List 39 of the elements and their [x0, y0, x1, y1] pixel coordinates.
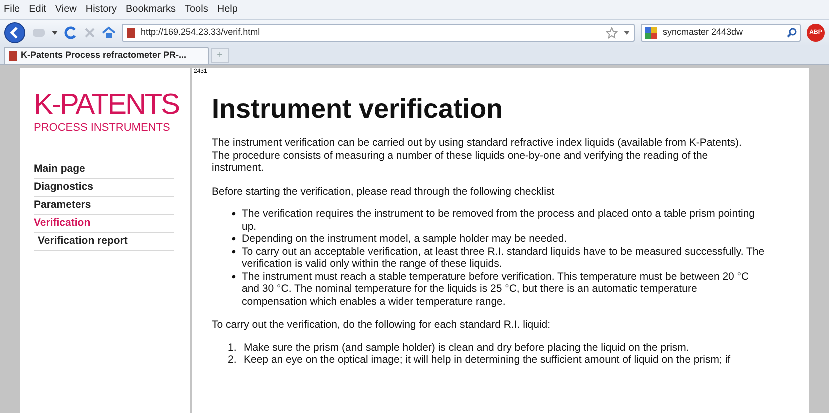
step-number: 1.: [228, 342, 238, 354]
sidebar-item[interactable]: Verification report: [34, 233, 174, 251]
sidebar-item[interactable]: Parameters: [34, 197, 174, 215]
sidebar-item[interactable]: Verification: [34, 215, 174, 233]
menu-item[interactable]: Help: [217, 2, 238, 17]
favicon-icon: [9, 51, 17, 61]
step-text: Make sure the prism (and sample holder) is clean and dry before placing the liquid on the prism.: [244, 342, 690, 354]
home-icon[interactable]: [102, 26, 116, 40]
step-text: Keep an eye on the optical image; it will help in determining the sufficient amount of liquid on the prism; if: [244, 354, 732, 366]
menu-item[interactable]: Tools: [185, 2, 208, 17]
steps-intro: To carry out the verification, do the following for each standard R.I. liquid:: [212, 319, 552, 332]
favicon-icon: [127, 28, 135, 38]
menu-item[interactable]: History: [86, 2, 117, 17]
checklist-item: Depending on the instrument model, a sample holder may be needed.: [242, 233, 568, 246]
sidebar-item[interactable]: Diagnostics: [34, 179, 174, 197]
star-icon[interactable]: [606, 27, 618, 39]
page-title: Instrument verification: [212, 93, 504, 125]
checklist-item: The verification requires the instrument to be removed from the process and placed onto a table prism pointing up.: [242, 208, 756, 233]
reload-icon[interactable]: [64, 26, 78, 40]
dropdown-icon[interactable]: [52, 30, 58, 36]
sidebar-item[interactable]: Main page: [34, 161, 174, 179]
menu-item[interactable]: File: [4, 2, 20, 17]
checklist-intro: Before starting the verification, please read through the following checklist: [212, 186, 556, 198]
back-icon[interactable]: [4, 22, 26, 44]
intro-paragraph: The instrument verification can be carried out by using standard refractive index liquids (available from K-Patents). The procedure consists of measuring a number of these liquids one-by-one and verifying the reading of the instrument.: [212, 137, 743, 174]
step-number: 2.: [228, 354, 238, 366]
dropdown-icon[interactable]: [624, 30, 630, 36]
checklist-item: The instrument must reach a stable temperature before verification. This temperature must be between 20 °C and 30 °C. The nominal temperature for the liquids is 25 °C, but there is an automatic temperature compensation which enables a wider temperature range.: [242, 270, 750, 308]
search-field[interactable]: syncmaster 2443dw: [641, 24, 801, 42]
checklist-item: To carry out an acceptable verification, at least three R.I. standard liquids have to be measured successfully. The verification is valid only within the range of these liquids.: [242, 246, 766, 270]
search-icon[interactable]: [787, 28, 797, 38]
logo-title: K-PATENTS: [34, 90, 179, 120]
menu-item[interactable]: Bookmarks: [126, 2, 176, 17]
browser-tab[interactable]: K-Patents Process refractometer PR-...: [4, 47, 209, 64]
address-field[interactable]: http://169.254.23.33/verif.html: [122, 24, 635, 42]
logo-tagline: PROCESS INSTRUMENTS: [34, 121, 170, 135]
menu-item[interactable]: Edit: [29, 2, 46, 17]
menu-item[interactable]: View: [55, 2, 77, 17]
search-engine-icon: [645, 27, 659, 39]
